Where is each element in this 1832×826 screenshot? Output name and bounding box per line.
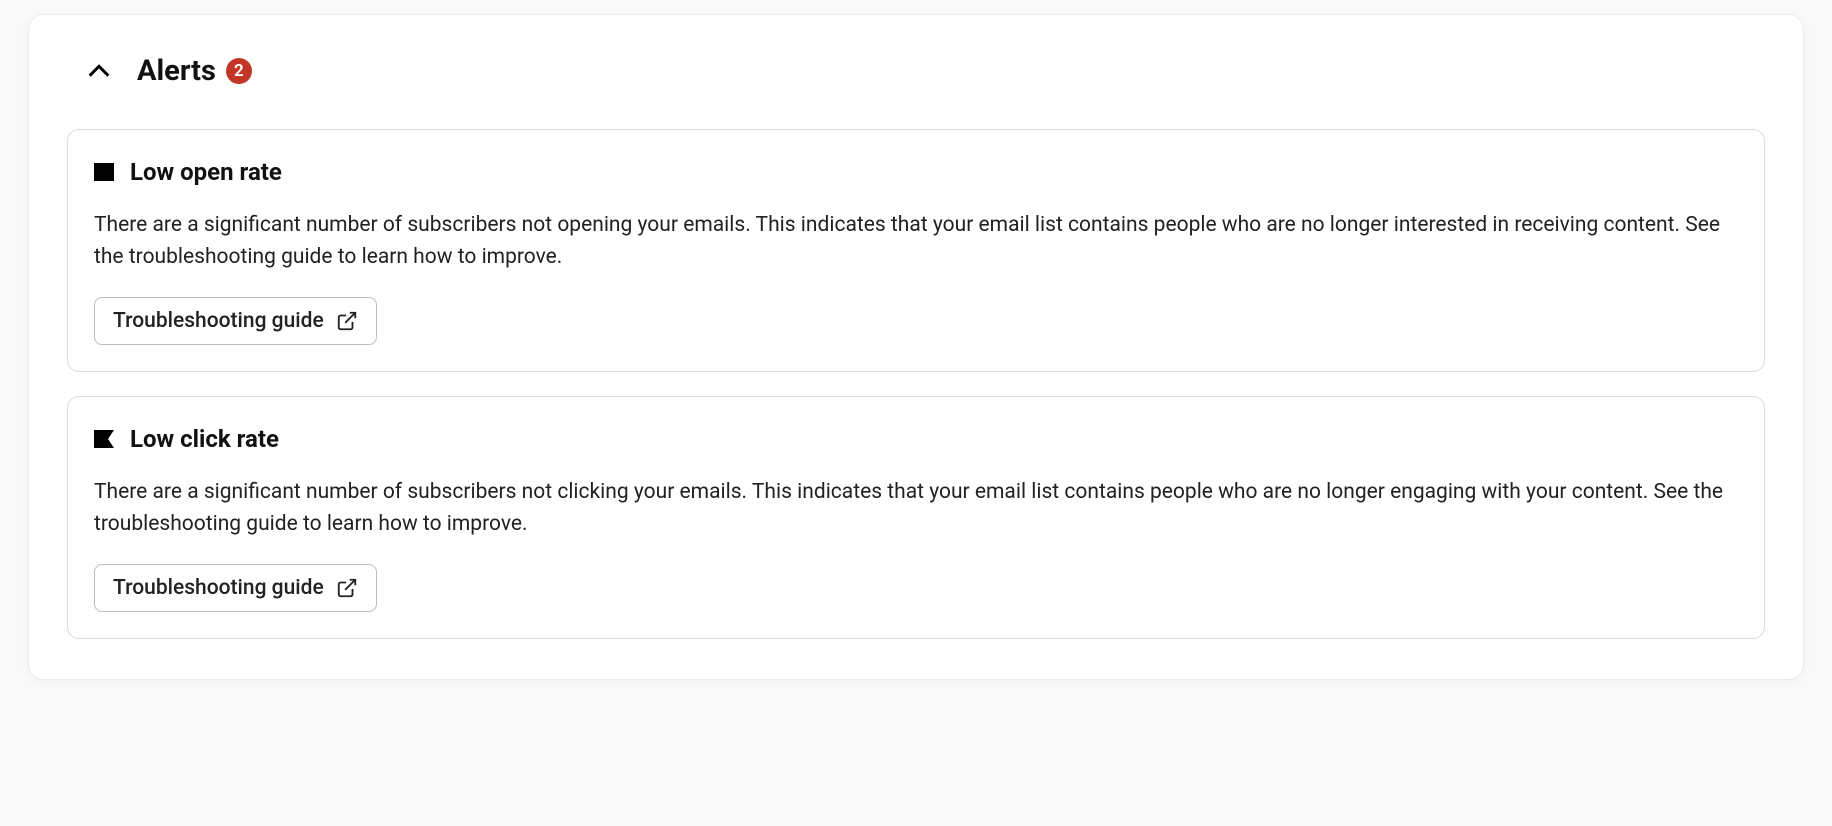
alerts-title-text: Alerts xyxy=(137,54,216,88)
action-label: Troubleshooting guide xyxy=(113,309,324,333)
external-link-icon xyxy=(336,310,358,332)
alerts-list: Low open rate There are a significant nu… xyxy=(67,129,1765,639)
bookmark-icon xyxy=(94,430,114,448)
alert-title: Low click rate xyxy=(130,425,279,453)
troubleshooting-guide-button[interactable]: Troubleshooting guide xyxy=(94,297,377,345)
alert-description: There are a significant number of subscr… xyxy=(94,210,1738,273)
alert-description: There are a significant number of subscr… xyxy=(94,477,1738,540)
alerts-count-badge: 2 xyxy=(226,58,252,84)
alerts-panel: Alerts 2 Low open rate There are a signi… xyxy=(28,14,1804,680)
chevron-up-icon[interactable] xyxy=(81,53,117,89)
alert-head: Low click rate xyxy=(94,425,1738,453)
alerts-panel-header: Alerts 2 xyxy=(81,53,1765,89)
alerts-title: Alerts 2 xyxy=(137,54,252,88)
alert-title: Low open rate xyxy=(130,158,282,186)
troubleshooting-guide-button[interactable]: Troubleshooting guide xyxy=(94,564,377,612)
alert-card: Low click rate There are a significant n… xyxy=(67,396,1765,639)
action-label: Troubleshooting guide xyxy=(113,576,324,600)
bookmark-icon xyxy=(94,163,114,181)
alert-card: Low open rate There are a significant nu… xyxy=(67,129,1765,372)
alert-head: Low open rate xyxy=(94,158,1738,186)
external-link-icon xyxy=(336,577,358,599)
